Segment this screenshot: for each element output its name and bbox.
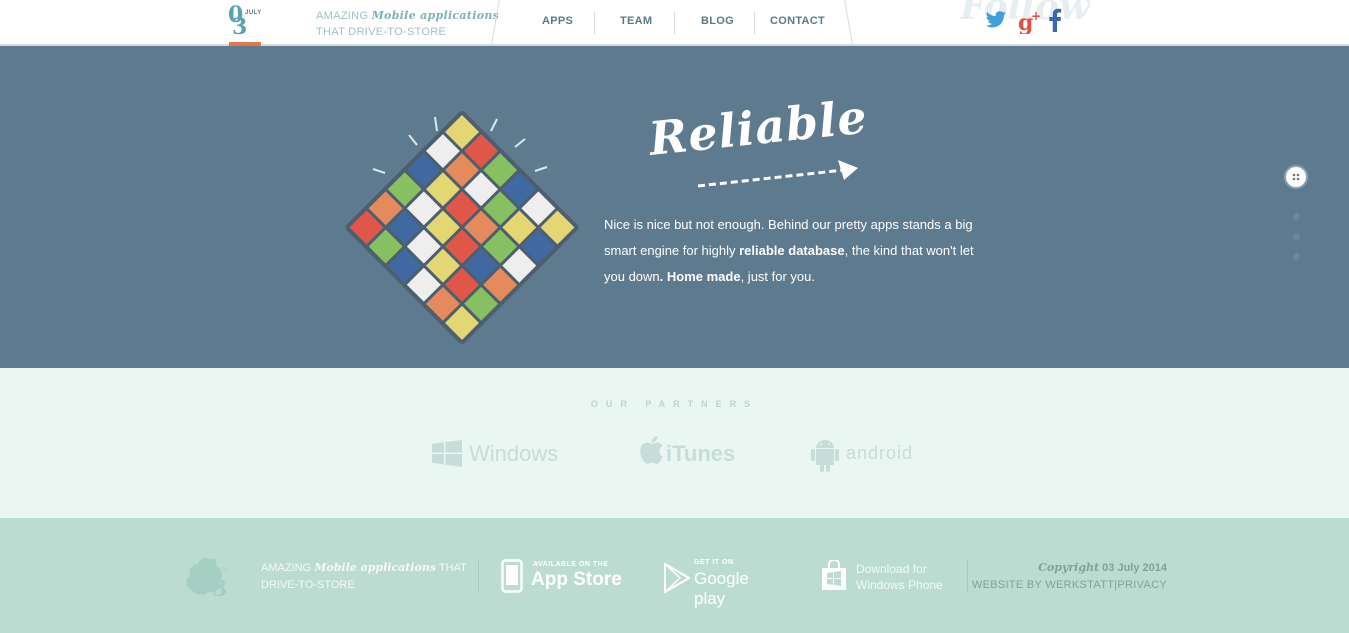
partner-itunes: iTunes [666, 441, 736, 466]
windows-icon [432, 440, 462, 467]
header-tagline-line2: THAT DRIVE-TO-STORE [316, 26, 447, 38]
twitter-icon[interactable] [985, 10, 1007, 30]
grid-dots-icon [1292, 173, 1300, 181]
svg-text:3: 3 [212, 576, 227, 600]
slide-pager-dot[interactable] [1293, 213, 1300, 220]
privacy-link[interactable]: PRIVACY [1117, 579, 1167, 591]
svg-text:07: 07 [222, 567, 230, 574]
app-store-button[interactable]: AVAILABLE ON THE App Store [501, 557, 623, 595]
cube-ray [534, 166, 548, 172]
hero-section [0, 46, 1349, 368]
footer-tagline-line1: AMAZING Mobile applications THAT [261, 561, 467, 574]
logo-month: JULY [245, 10, 262, 16]
cube-ray [372, 168, 386, 174]
nav-divider [594, 12, 595, 34]
cube-ray [490, 118, 498, 132]
footer-tagline-line2: DRIVE-TO-STORE [261, 579, 355, 591]
android-icon [811, 440, 839, 472]
dashed-arrow-icon [697, 160, 858, 188]
cube-ray [434, 116, 438, 132]
tagline-prefix: AMAZING [316, 10, 369, 22]
footer-logo-mascot[interactable]: 3 07 [182, 550, 244, 600]
slide-pager-dot[interactable] [1293, 233, 1300, 240]
footer-copyright: Copyright 03 July 2014 [1038, 561, 1167, 574]
nav-team[interactable]: TEAM [620, 15, 652, 27]
slide-pager-dot[interactable] [1293, 253, 1300, 260]
werkstatt-link[interactable]: WEBSITE BY WERKSTATT [972, 579, 1114, 591]
svg-text:+: + [1031, 9, 1041, 23]
nav-divider [674, 12, 675, 34]
highlight-home-made: . Home made [659, 269, 741, 284]
footer-divider [478, 560, 479, 592]
nav-apps[interactable]: APPS [542, 15, 573, 27]
apple-icon [640, 436, 663, 464]
rubik-cube-illustration [345, 110, 579, 344]
phone-icon [501, 559, 523, 593]
google-play-icon [664, 563, 690, 593]
tagline-script: Mobile applications [371, 9, 500, 22]
google-play-button[interactable]: GET IT ON Google play [664, 557, 784, 608]
highlight-reliable-database: reliable database [739, 243, 845, 258]
nav-blog[interactable]: BLOG [701, 15, 734, 27]
nav-contact[interactable]: CONTACT [770, 15, 825, 27]
nav-divider [754, 12, 755, 34]
logo-digit-bottom[interactable]: 3 [232, 16, 247, 38]
hero-description: Nice is nice but not enough. Behind our … [604, 217, 974, 284]
partner-android: android [846, 443, 914, 463]
slide-pager-active[interactable] [1286, 167, 1306, 187]
cube-ray [514, 138, 526, 148]
header-tagline-line1: AMAZING Mobile applications [316, 9, 499, 22]
partner-windows: Windows [469, 441, 559, 466]
partners-title: OUR PARTNERS [590, 399, 759, 409]
footer-links: WEBSITE BY WERKSTATT|PRIVACY [971, 579, 1167, 591]
facebook-icon[interactable] [1048, 8, 1062, 32]
google-plus-icon[interactable]: g + [1018, 8, 1044, 34]
cube-ray [408, 134, 418, 146]
windows-store-icon [822, 560, 846, 590]
